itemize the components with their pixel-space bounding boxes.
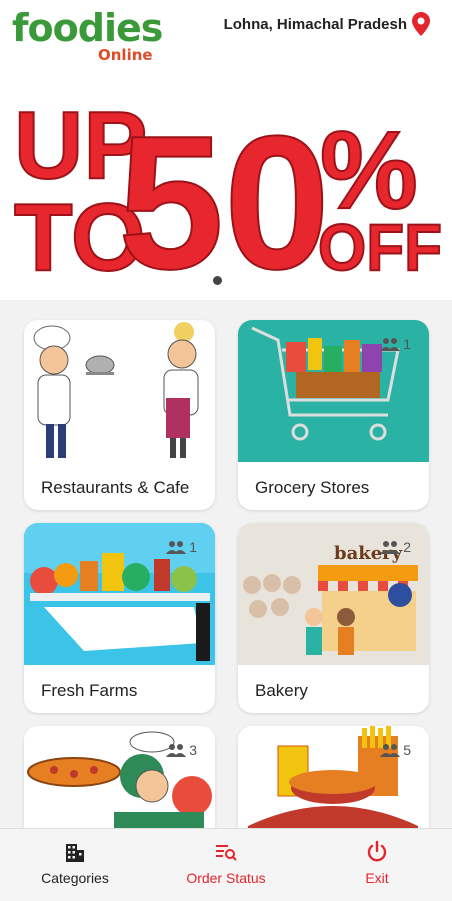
category-card-pizza[interactable]: 3: [24, 726, 215, 828]
nav-exit[interactable]: Exit: [302, 829, 452, 901]
category-card-grocery[interactable]: 1 Grocery Stores: [238, 320, 429, 510]
store-count-value: 1: [403, 336, 411, 352]
store-count: 2: [380, 539, 411, 555]
store-count: 5: [380, 742, 411, 758]
category-label: Fresh Farms: [41, 681, 138, 700]
people-icon: [166, 744, 187, 757]
banner-fifty-text: 50: [118, 97, 330, 300]
store-count: 3: [166, 742, 197, 758]
store-count: 1: [166, 539, 197, 555]
people-icon: [380, 541, 401, 554]
chef-illustration: [24, 320, 215, 462]
category-grid: Restaurants & Cafe 1 Grocery Stores 1 Fr…: [0, 300, 452, 828]
promo-banner[interactable]: UP TO 50 % OFF: [0, 70, 452, 300]
bottom-navigation: Categories Order Status Exit: [0, 828, 452, 901]
store-count: 1: [380, 336, 411, 352]
foodies-online-logo: foodies Online: [12, 6, 172, 66]
store-count-value: 3: [189, 742, 197, 758]
category-label: Grocery Stores: [255, 478, 370, 497]
store-count-value: 2: [403, 539, 411, 555]
building-icon: [66, 844, 84, 862]
carousel-dot[interactable]: [213, 276, 222, 285]
logo-subtext: Online: [98, 46, 153, 64]
location-label[interactable]: Lohna, Himachal Pradesh: [224, 16, 407, 33]
power-icon: [367, 840, 387, 862]
location-pin-icon[interactable]: [412, 12, 430, 36]
order-status-icon: [216, 845, 237, 861]
store-count-value: 5: [403, 742, 411, 758]
nav-order-status[interactable]: Order Status: [151, 829, 301, 901]
nav-order-status-label: Order Status: [186, 870, 266, 886]
nav-exit-label: Exit: [365, 870, 389, 886]
nav-categories[interactable]: Categories: [0, 829, 150, 901]
category-card-restaurants[interactable]: Restaurants & Cafe: [24, 320, 215, 510]
people-icon: [380, 338, 401, 351]
category-card-fresh-farms[interactable]: 1 Fresh Farms: [24, 523, 215, 713]
people-icon: [380, 744, 401, 757]
logo-text: foodies: [12, 6, 163, 50]
people-icon: [166, 541, 187, 554]
banner-off-text: OFF: [318, 210, 442, 284]
category-label: Restaurants & Cafe: [41, 478, 190, 497]
promo-banner-graphic: UP TO 50 % OFF: [13, 91, 443, 300]
category-card-bakery[interactable]: bakery 2 Bakery: [238, 523, 429, 713]
nav-categories-label: Categories: [41, 870, 109, 886]
store-count-value: 1: [189, 539, 197, 555]
category-label: Bakery: [255, 681, 308, 700]
app-header: foodies Online Lohna, Himachal Pradesh: [0, 0, 452, 70]
category-card-fast-food[interactable]: 5: [238, 726, 429, 828]
